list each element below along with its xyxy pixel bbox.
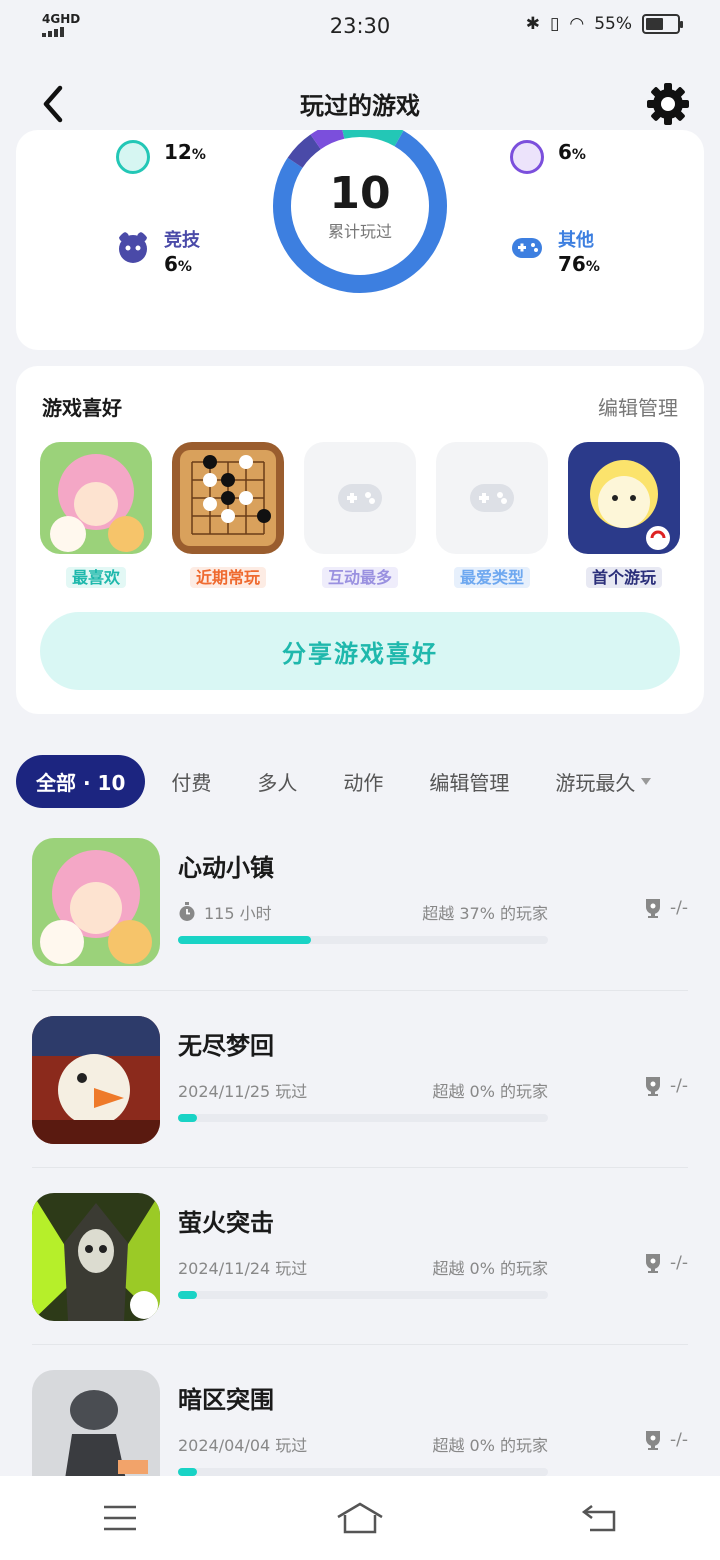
stopwatch-icon	[179, 902, 195, 921]
preferences-title: 游戏喜好	[42, 396, 122, 420]
game-row[interactable]: 无尽梦回 2024/11/25 玩过 超越 0% 的玩家 -/-	[32, 1016, 688, 1146]
game-art	[568, 442, 680, 554]
chevron-down-icon	[641, 777, 652, 785]
row-divider	[32, 1344, 688, 1345]
play-info: 2024/11/25 玩过	[178, 1082, 308, 1101]
percentile-text: 超越 0% 的玩家	[432, 1436, 548, 1455]
most-interactive-tile[interactable]	[304, 442, 416, 554]
vibrate-icon: ▯	[550, 14, 560, 34]
category-percent: 76%	[558, 252, 600, 276]
percentile-text: 超越 0% 的玩家	[432, 1082, 548, 1101]
game-preferences-card: 游戏喜好 编辑管理 最喜欢 近期常玩 互动最多 最爱类型 首个游玩 分享游戏喜好	[16, 366, 704, 714]
game-icon	[32, 1016, 160, 1144]
category-percent: 6%	[558, 140, 586, 164]
play-info: 115 小时	[178, 900, 272, 924]
game-title: 暗区突围	[178, 1386, 274, 1414]
bluetooth-icon: ✱	[525, 14, 540, 34]
recent-game-tile[interactable]	[172, 442, 284, 554]
gear-icon[interactable]	[646, 82, 690, 126]
play-info: 2024/04/04 玩过	[178, 1436, 308, 1455]
game-title: 无尽梦回	[178, 1032, 274, 1060]
game-title: 心动小镇	[178, 854, 274, 882]
tab-multiplayer[interactable]: 多人	[257, 767, 297, 796]
tile-tag: 最喜欢	[40, 564, 152, 588]
sort-dropdown[interactable]: 游玩最久	[555, 767, 652, 796]
tab-action[interactable]: 动作	[343, 767, 383, 796]
wifi-icon: ◠	[569, 14, 585, 34]
category-stat-2: 6%	[510, 140, 586, 174]
home-icon	[337, 1502, 383, 1534]
row-divider	[32, 1167, 688, 1168]
stats-card: 12% 6% 竞技 6% 其他 76% 10 累计玩过	[16, 130, 704, 350]
system-navigation-bar	[0, 1476, 720, 1560]
game-row[interactable]: 心动小镇 115 小时 超越 37% 的玩家 -/-	[32, 838, 688, 968]
preferences-edit-link[interactable]: 编辑管理	[598, 392, 678, 421]
total-games-label: 累计玩过	[327, 222, 392, 241]
trophy-icon	[646, 1077, 660, 1096]
category-label: 其他	[558, 230, 594, 251]
row-divider	[32, 990, 688, 991]
game-icon	[32, 1370, 160, 1476]
trophy-icon	[646, 1431, 660, 1450]
gamepad-placeholder-icon	[338, 484, 382, 512]
tile-tag: 互动最多	[304, 564, 416, 588]
sort-label: 游玩最久	[555, 770, 636, 795]
category-icon	[116, 140, 150, 174]
tab-edit[interactable]: 编辑管理	[429, 767, 509, 796]
progress-bar	[178, 936, 548, 944]
progress-bar	[178, 1291, 548, 1299]
game-icon	[32, 838, 160, 966]
gamepad-placeholder-icon	[470, 484, 514, 512]
category-label: 竞技	[164, 230, 200, 251]
progress-bar	[178, 1114, 548, 1122]
achievement-count: -/-	[644, 898, 688, 918]
achievement-count: -/-	[644, 1430, 688, 1450]
page-title: 玩过的游戏	[300, 92, 420, 120]
category-icon	[510, 140, 544, 174]
game-row[interactable]: 萤火突击 2024/11/24 玩过 超越 0% 的玩家 -/-	[32, 1193, 688, 1323]
tab-all[interactable]: 全部 · 10	[16, 754, 146, 808]
menu-button[interactable]	[90, 1493, 150, 1543]
progress-bar	[178, 1468, 548, 1476]
category-stat-1: 12%	[116, 140, 206, 174]
achievement-count: -/-	[644, 1076, 688, 1096]
tile-tag: 最爱类型	[436, 564, 548, 588]
game-art	[172, 442, 284, 554]
game-row[interactable]: 暗区突围 2024/04/04 玩过 超越 0% 的玩家 -/-	[32, 1370, 688, 1476]
tile-tag: 首个游玩	[568, 564, 680, 588]
game-title: 萤火突击	[178, 1209, 274, 1237]
game-icon	[32, 1193, 160, 1321]
tile-tag: 近期常玩	[172, 564, 284, 588]
achievement-count: -/-	[644, 1253, 688, 1273]
back-icon	[581, 1505, 616, 1532]
trophy-icon	[646, 1254, 660, 1273]
percentile-text: 超越 0% 的玩家	[432, 1259, 548, 1278]
trophy-icon	[646, 899, 660, 918]
status-bar: 4GHD 23:30 ✱ ▯ ◠ 55%	[0, 0, 720, 56]
favorite-type-tile[interactable]	[436, 442, 548, 554]
filter-tabs: 全部 · 10 付费 多人 动作 编辑管理 游玩最久	[16, 754, 720, 808]
play-info: 2024/11/24 玩过	[178, 1259, 308, 1278]
first-game-tile[interactable]	[568, 442, 680, 554]
category-stat-3: 竞技 6%	[116, 230, 200, 279]
category-percent: 12%	[164, 140, 206, 164]
category-stat-4: 其他 76%	[510, 230, 600, 279]
home-button[interactable]	[330, 1493, 390, 1543]
battery-percent: 55%	[594, 14, 632, 34]
mascot-icon	[119, 232, 147, 263]
game-art	[40, 442, 152, 554]
tab-paid[interactable]: 付费	[171, 767, 211, 796]
percentile-text: 超越 37% 的玩家	[422, 904, 548, 923]
menu-icon	[104, 1505, 136, 1531]
back-button[interactable]	[570, 1493, 630, 1543]
games-donut-chart: 10 累计玩过	[272, 130, 448, 300]
category-percent: 6%	[164, 252, 192, 276]
favorite-game-tile[interactable]	[40, 442, 152, 554]
share-preferences-button[interactable]: 分享游戏喜好	[40, 612, 680, 690]
total-games-count: 10	[329, 168, 391, 219]
gamepad-icon	[512, 238, 542, 258]
battery-icon	[642, 14, 683, 34]
